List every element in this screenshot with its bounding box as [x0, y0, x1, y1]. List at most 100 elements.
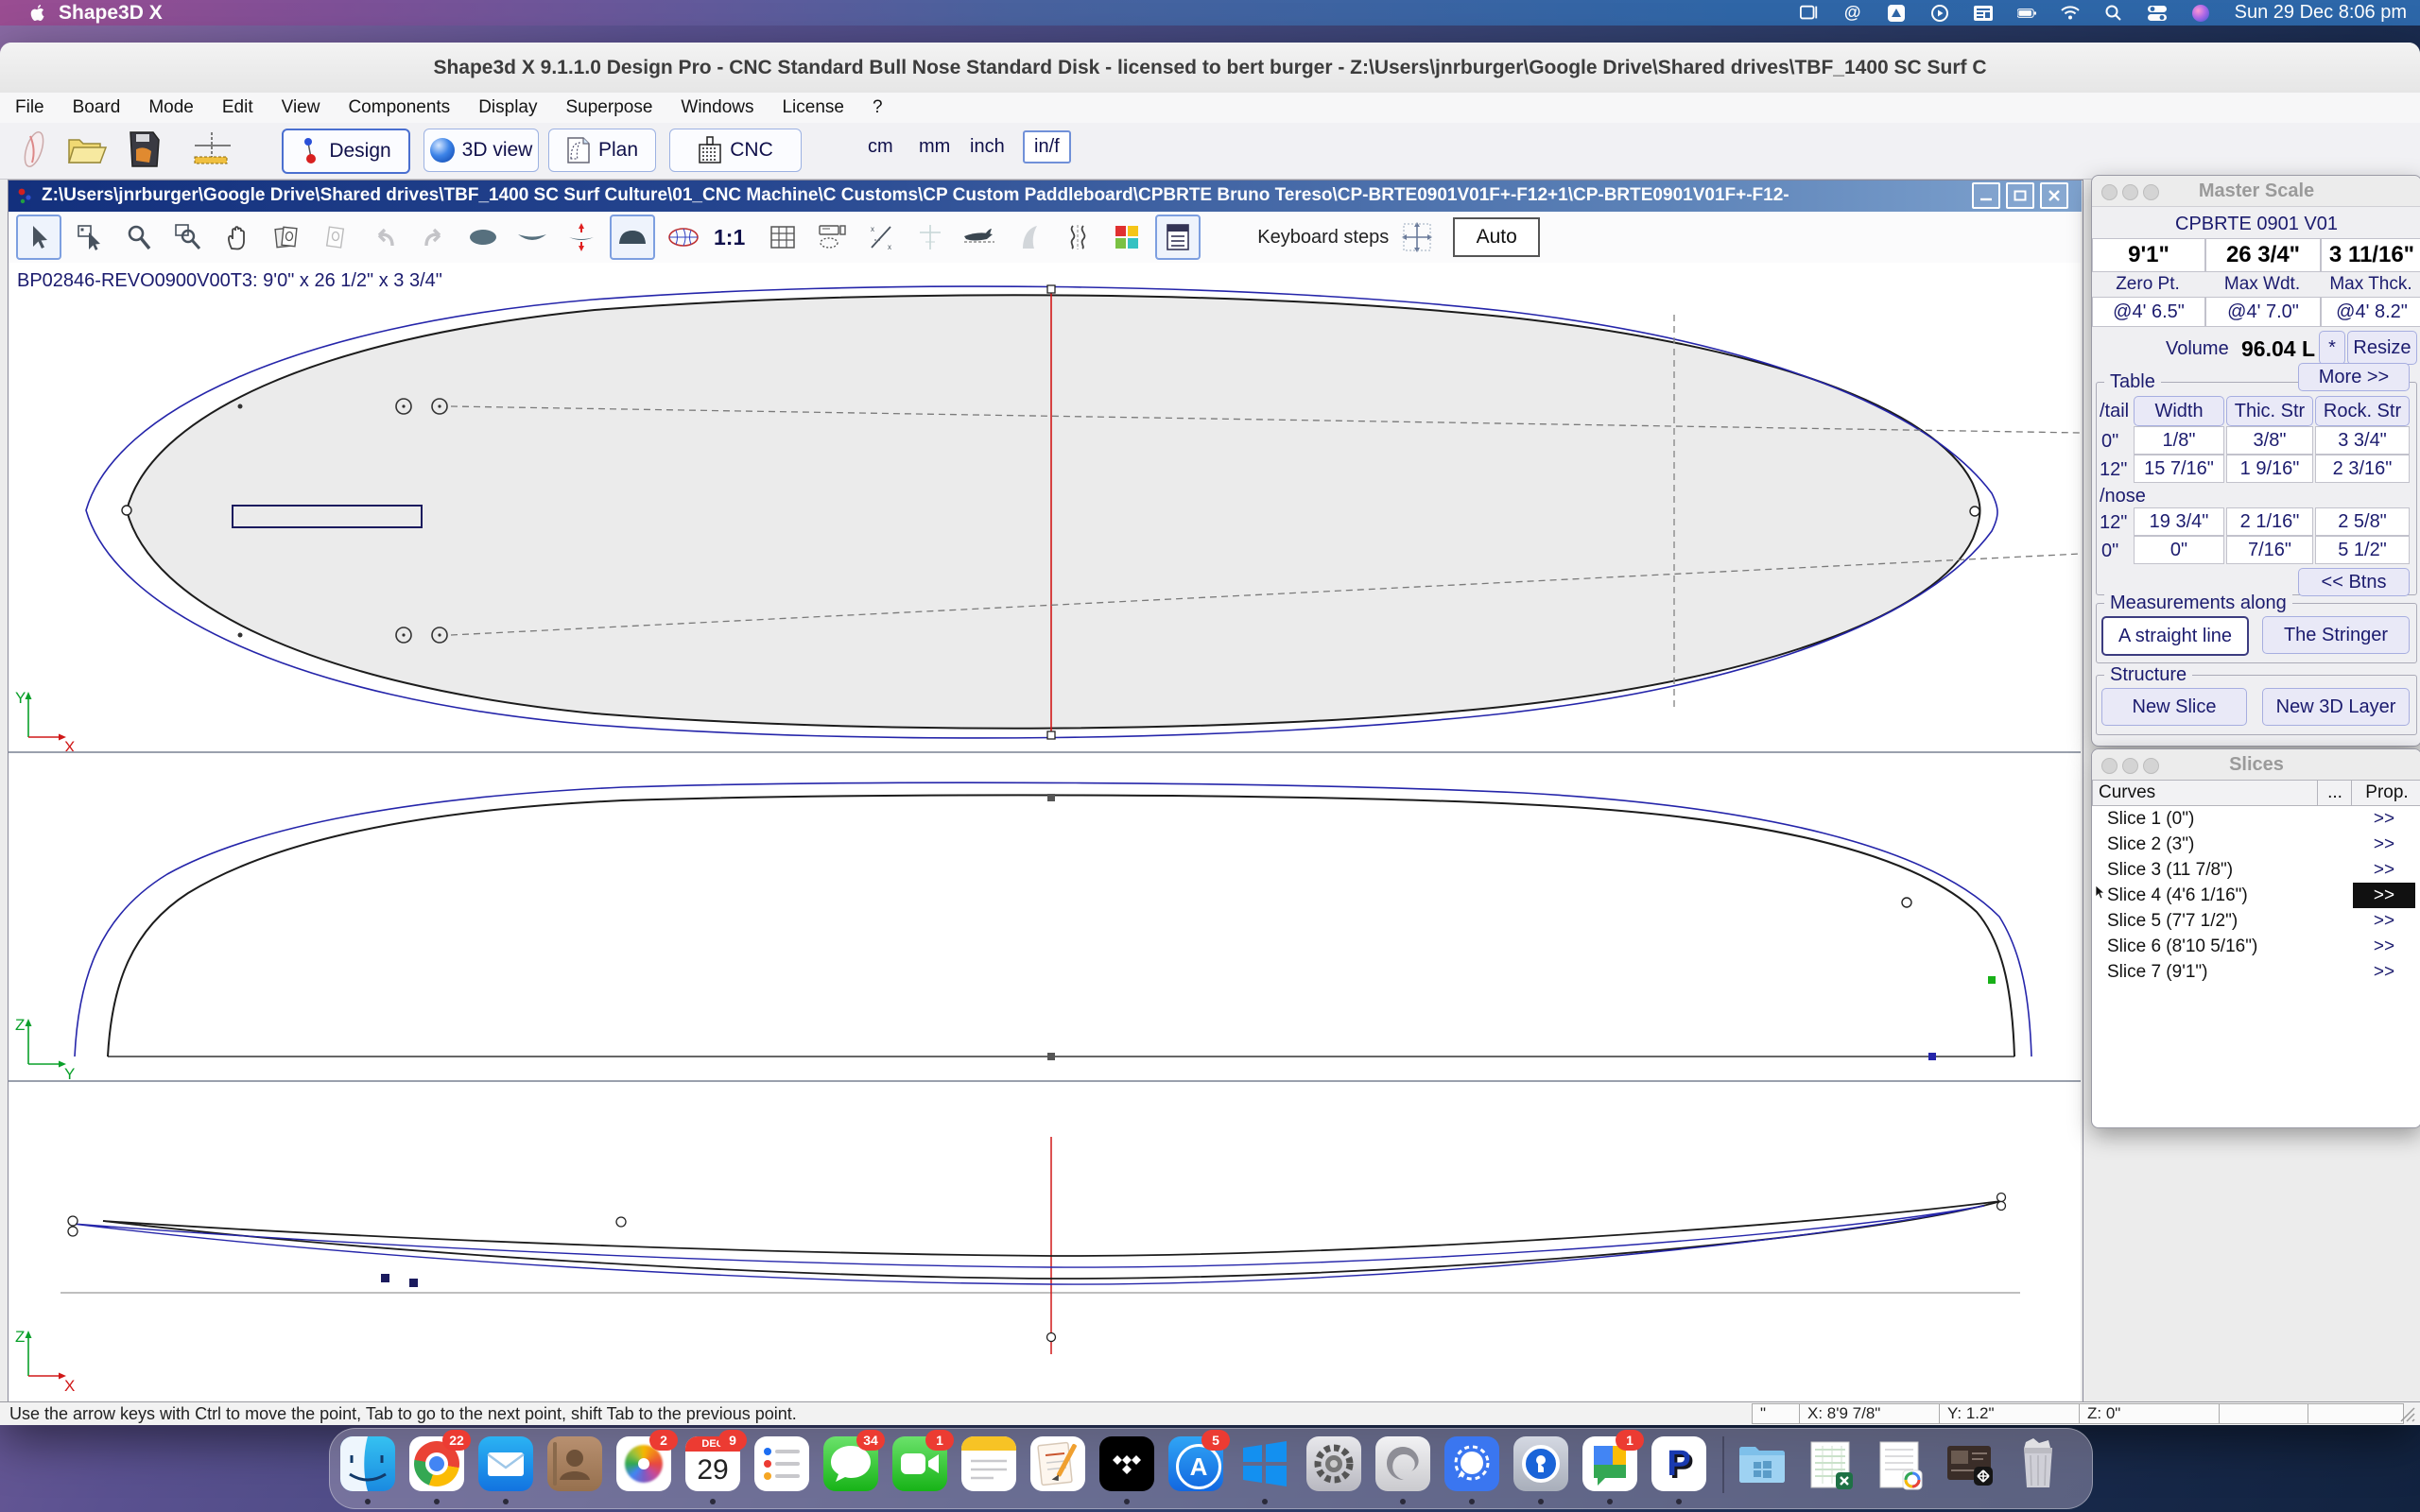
dock-calendar[interactable]: DEC 29 9 [685, 1436, 740, 1491]
stringer-button[interactable]: The Stringer [2262, 616, 2410, 654]
dock-messages[interactable]: 34 [823, 1436, 878, 1491]
tail-row1-width[interactable]: 15 7/16" [2134, 455, 2224, 483]
menu-edit[interactable]: Edit [222, 97, 253, 118]
panel-zoom-button[interactable] [2143, 184, 2159, 200]
dock-finder[interactable] [340, 1436, 395, 1491]
wireframe-tool[interactable] [663, 216, 704, 258]
max-thickness-at[interactable]: @4' 8.2" [2321, 297, 2420, 327]
zoom-area-tool[interactable] [167, 216, 209, 258]
menu-superpose[interactable]: Superpose [566, 97, 653, 118]
select-tool[interactable] [16, 215, 61, 260]
zoom-tool[interactable] [118, 216, 160, 258]
slices-close-button[interactable] [2101, 758, 2118, 774]
open-file-icon[interactable] [66, 130, 110, 168]
control-center-icon[interactable] [2148, 6, 2167, 21]
copy-tool[interactable] [266, 216, 307, 258]
length-value[interactable]: 9'1" [2092, 238, 2205, 272]
doc-minimize-button[interactable] [1972, 182, 2000, 209]
star-button[interactable]: * [2319, 331, 2345, 365]
more-button[interactable]: More >> [2298, 363, 2410, 391]
move-steps-icon[interactable] [1396, 216, 1438, 258]
dock-spreadsheet-stack[interactable] [1804, 1436, 1858, 1491]
dock-mail[interactable] [478, 1436, 533, 1491]
menu-components[interactable]: Components [348, 97, 450, 118]
dock-contacts[interactable] [547, 1436, 602, 1491]
new-3d-layer-button[interactable]: New 3D Layer [2262, 688, 2410, 726]
unit-cm[interactable]: cm [868, 136, 893, 158]
dimensions-icon[interactable] [191, 130, 233, 168]
unit-inf-selected[interactable]: in/f [1023, 130, 1071, 163]
new-slice-button[interactable]: New Slice [2101, 688, 2247, 726]
nose-row0-rock[interactable]: 2 5/8" [2315, 507, 2410, 536]
fin-tool[interactable] [1008, 216, 1049, 258]
play-circle-icon[interactable] [1930, 6, 1949, 21]
new-board-icon[interactable] [13, 129, 55, 170]
menubar-clock[interactable]: Sun 29 Dec 8:06 pm [2235, 2, 2407, 24]
3d-view-button[interactable]: 3D view [424, 129, 539, 172]
dock-windows-folder[interactable] [1735, 1436, 1789, 1491]
pan-tool[interactable] [216, 216, 258, 258]
straight-line-button[interactable]: A straight line [2101, 616, 2249, 656]
select-points-tool[interactable] [69, 216, 111, 258]
redo-button[interactable] [413, 216, 455, 258]
dock-shape3d[interactable]: P [1651, 1436, 1706, 1491]
dock-signal[interactable] [1444, 1436, 1499, 1491]
menu-mode[interactable]: Mode [148, 97, 194, 118]
window-switcher-icon[interactable] [1974, 6, 1993, 21]
undo-button[interactable] [364, 216, 406, 258]
dock-appstore[interactable]: A 5 [1168, 1436, 1223, 1491]
resize-button[interactable]: Resize [2347, 331, 2417, 365]
dock-trash[interactable] [2011, 1436, 2066, 1491]
unit-inch[interactable]: inch [970, 136, 1005, 158]
nose-row1-rock[interactable]: 5 1/2" [2315, 536, 2410, 564]
menu-view[interactable]: View [282, 97, 320, 118]
rocker-view-drawing[interactable] [9, 1082, 2081, 1401]
dock-windows-app[interactable] [1237, 1436, 1292, 1491]
zoom-ratio-label[interactable]: 1:1 [714, 225, 745, 250]
profile-view-drawing[interactable] [9, 753, 2081, 1080]
grid-tool[interactable] [762, 216, 804, 258]
cnc-button[interactable]: CNC [669, 129, 802, 172]
paste-tool[interactable] [315, 216, 356, 258]
zero-pt-at[interactable]: @4' 6.5" [2092, 297, 2205, 327]
tail-row0-width[interactable]: 1/8" [2134, 426, 2224, 455]
col-curves[interactable]: Curves [2092, 780, 2325, 806]
wifi-icon[interactable] [2061, 6, 2080, 21]
dock-settings[interactable] [1306, 1436, 1361, 1491]
guideline-tool[interactable]: xx [860, 216, 902, 258]
col-dots[interactable]: ... [2317, 780, 2353, 806]
dock-1password[interactable] [1513, 1436, 1568, 1491]
spotlight-icon[interactable] [2104, 6, 2123, 21]
slice-row-5[interactable]: Slice 5 (7'7 1/2")>> [2092, 908, 2420, 934]
tail-row0-thic[interactable]: 3/8" [2226, 426, 2313, 455]
apple-icon[interactable] [28, 4, 45, 23]
thickness-value[interactable]: 3 11/16" [2321, 238, 2420, 272]
document-titlebar[interactable]: Z:\Users\jnrburger\Google Drive\Shared d… [8, 180, 2082, 212]
col-rock-str[interactable]: Rock. Str [2315, 396, 2410, 426]
slice-row-7[interactable]: Slice 7 (9'1")>> [2092, 959, 2420, 985]
dock-chrome[interactable]: 22 [409, 1436, 464, 1491]
col-prop[interactable]: Prop. [2351, 780, 2420, 806]
menu-board[interactable]: Board [73, 97, 121, 118]
menu-display[interactable]: Display [478, 97, 537, 118]
color-display-tool[interactable] [1106, 216, 1148, 258]
menu-file[interactable]: File [15, 97, 44, 118]
nose-row0-thic[interactable]: 2 1/16" [2226, 507, 2313, 536]
resize-grip[interactable] [2397, 1404, 2416, 1423]
slices-minimize-button[interactable] [2122, 758, 2138, 774]
slices-zoom-button[interactable] [2143, 758, 2159, 774]
panel-minimize-button[interactable] [2122, 184, 2138, 200]
properties-panel-tool[interactable] [1155, 215, 1201, 260]
axis-cross-tool[interactable] [909, 216, 951, 258]
col-width[interactable]: Width [2134, 396, 2224, 426]
siri-icon[interactable] [2191, 6, 2210, 21]
measurements-panel-tool[interactable] [811, 216, 853, 258]
thickness-curve-tool[interactable] [561, 216, 602, 258]
tail-row0-rock[interactable]: 3 3/4" [2315, 426, 2410, 455]
dock-media-stack[interactable] [1942, 1436, 1996, 1491]
master-scale-titlebar[interactable]: Master Scale [2092, 176, 2420, 207]
slice-row-2[interactable]: Slice 2 (3")>> [2092, 832, 2420, 857]
dock-facetime[interactable]: 1 [892, 1436, 947, 1491]
tail-row1-thic[interactable]: 1 9/16" [2226, 455, 2313, 483]
col-thic-str[interactable]: Thic. Str [2226, 396, 2313, 426]
